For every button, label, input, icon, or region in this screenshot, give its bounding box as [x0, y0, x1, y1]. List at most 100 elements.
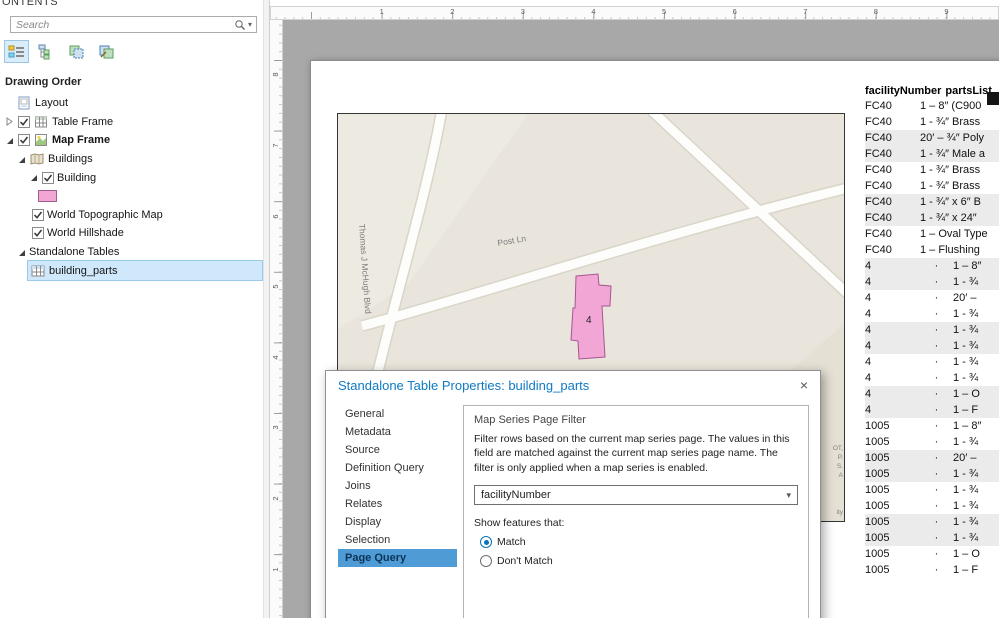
- dialog-nav-page-query[interactable]: Page Query: [338, 549, 457, 567]
- search-caret-icon[interactable]: ▾: [248, 20, 252, 29]
- tree-item-label[interactable]: Standalone Tables: [29, 246, 119, 258]
- table-row: 4·1 - ¾: [865, 322, 999, 338]
- collapse-icon[interactable]: [16, 248, 26, 257]
- collapse-icon[interactable]: [16, 155, 26, 164]
- list-by-source-button[interactable]: [34, 40, 59, 63]
- table-row: 4·1 - ¾: [865, 370, 999, 386]
- table-row: 1005·20′ –: [865, 450, 999, 466]
- expand-icon[interactable]: [4, 117, 14, 126]
- visibility-checkbox[interactable]: [31, 227, 44, 239]
- tree-item-world-hillshade[interactable]: World Hillshade: [0, 224, 262, 243]
- parts-list-cell: 1 – 8″ (C900: [920, 100, 981, 112]
- tree-item-world-topographic-map[interactable]: World Topographic Map: [0, 206, 262, 225]
- legend-swatch-row[interactable]: [0, 187, 262, 206]
- tree-item-label[interactable]: Table Frame: [52, 116, 113, 128]
- ruler-number: 8: [874, 7, 878, 16]
- dot-cell: ·: [920, 340, 953, 352]
- tree-item-map-frame[interactable]: Map Frame: [0, 131, 262, 150]
- parts-list-cell: 1 - ¾: [953, 372, 978, 384]
- dialog-nav-definition-query[interactable]: Definition Query: [338, 459, 457, 477]
- ruler-number: 1: [271, 564, 280, 575]
- tree-item-label[interactable]: World Topographic Map: [47, 209, 163, 221]
- dot-cell: ·: [920, 356, 953, 368]
- facility-number-cell: FC40: [865, 132, 920, 144]
- page-filter-description: Filter rows based on the current map ser…: [474, 432, 798, 475]
- facility-number-cell: 1005: [865, 436, 920, 448]
- table-row: 1005·1 - ¾: [865, 514, 999, 530]
- dot-cell: ·: [920, 260, 953, 272]
- tree-item-label[interactable]: Buildings: [48, 153, 93, 165]
- drawing-order-heading: Drawing Order: [5, 76, 81, 88]
- column-parts-list: partsList: [945, 85, 991, 97]
- parts-table-frame[interactable]: facilityNumber partsList FC401 – 8″ (C90…: [865, 84, 999, 578]
- tree-item-layout[interactable]: Layout: [0, 94, 262, 113]
- visibility-checkbox[interactable]: [17, 116, 30, 128]
- map-icon: [29, 152, 45, 166]
- ruler-number: 2: [271, 493, 280, 504]
- collapse-icon[interactable]: [4, 136, 14, 145]
- ruler-number: 9: [944, 7, 948, 16]
- dot-cell: ·: [920, 500, 953, 512]
- tree-item-label[interactable]: Building: [57, 172, 96, 184]
- radio-button[interactable]: [480, 555, 492, 567]
- dot-cell: ·: [920, 436, 953, 448]
- parts-list-cell: 1 - ¾″ Brass: [920, 164, 980, 176]
- visibility-checkbox[interactable]: [17, 134, 30, 146]
- facility-number-cell: FC40: [865, 164, 920, 176]
- radio-button[interactable]: [480, 536, 492, 548]
- facility-number-cell: FC40: [865, 116, 920, 128]
- tree-item-label[interactable]: Layout: [35, 97, 68, 109]
- dialog-nav-general[interactable]: General: [338, 405, 457, 423]
- list-by-editing-button[interactable]: [94, 40, 119, 63]
- dot-cell: ·: [920, 324, 953, 336]
- facility-number-cell: 1005: [865, 516, 920, 528]
- page-filter-field-dropdown[interactable]: facilityNumber ▾: [474, 485, 798, 505]
- facility-number-cell: 4: [865, 340, 920, 352]
- ruler-number: 6: [733, 7, 737, 16]
- dialog-nav-metadata[interactable]: Metadata: [338, 423, 457, 441]
- tree-item-standalone-tables[interactable]: Standalone Tables: [0, 243, 262, 262]
- list-by-selection-button[interactable]: [64, 40, 89, 63]
- parts-list-cell: 1 - ¾″ Brass: [920, 116, 980, 128]
- dot-cell: ·: [920, 564, 953, 576]
- visibility-checkbox[interactable]: [41, 172, 54, 184]
- collapse-icon[interactable]: [28, 173, 38, 182]
- dialog-nav-relates[interactable]: Relates: [338, 495, 457, 513]
- pane-divider[interactable]: [263, 0, 270, 618]
- close-icon[interactable]: ×: [800, 377, 808, 393]
- tree-item-building[interactable]: Building: [0, 168, 262, 187]
- building-symbol-swatch[interactable]: [38, 190, 57, 202]
- dialog-nav-source[interactable]: Source: [338, 441, 457, 459]
- facility-number-cell: 4: [865, 404, 920, 416]
- ruler-number: 6: [271, 211, 280, 222]
- contents-pane: ONTENTS Search ▾ Drawing Order LayoutTab…: [0, 0, 263, 618]
- parts-list-cell: 1 – Flushing: [920, 244, 980, 256]
- dark-marker: [987, 92, 999, 105]
- tree-item-table-frame[interactable]: Table Frame: [0, 113, 262, 132]
- tree-item-label[interactable]: World Hillshade: [47, 227, 124, 239]
- dialog-nav-selection[interactable]: Selection: [338, 531, 457, 549]
- dot-cell: ·: [920, 308, 953, 320]
- table-row: 4·1 - ¾: [865, 274, 999, 290]
- list-by-drawing-order-button[interactable]: [4, 40, 29, 63]
- dialog-nav-display[interactable]: Display: [338, 513, 457, 531]
- tree-item-building-parts[interactable]: building_parts: [28, 261, 262, 280]
- tree-item-buildings[interactable]: Buildings: [0, 150, 262, 169]
- search-input[interactable]: Search ▾: [10, 16, 257, 33]
- search-icon[interactable]: ▾: [234, 19, 256, 31]
- table-row: 1005·1 – O: [865, 546, 999, 562]
- tree-item-label[interactable]: Map Frame: [52, 134, 110, 146]
- visibility-checkbox[interactable]: [31, 209, 44, 221]
- parts-list-cell: 20′ –: [953, 452, 976, 464]
- ruler-number: 4: [591, 7, 595, 16]
- tree-item-label[interactable]: building_parts: [49, 265, 118, 277]
- table-row: 4·1 - ¾: [865, 306, 999, 322]
- ruler-number: 3: [521, 7, 525, 16]
- dialog-nav-joins[interactable]: Joins: [338, 477, 457, 495]
- radio-option-don-t-match[interactable]: Don't Match: [480, 555, 798, 567]
- facility-number-cell: 4: [865, 372, 920, 384]
- table-row: 4·1 – F: [865, 402, 999, 418]
- facility-number-cell: 4: [865, 388, 920, 400]
- radio-option-match[interactable]: Match: [480, 536, 798, 548]
- parts-table-rows: FC401 – 8″ (C900FC401 - ¾″ BrassFC4020′ …: [865, 98, 999, 578]
